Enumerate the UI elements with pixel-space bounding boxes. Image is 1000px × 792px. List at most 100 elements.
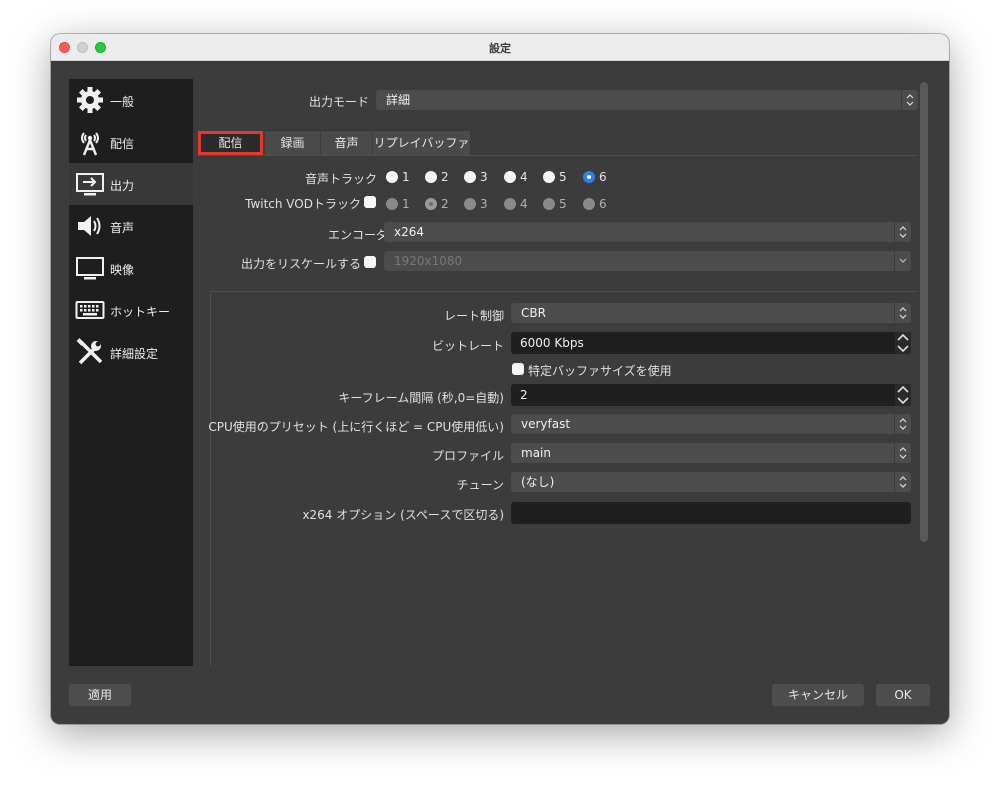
- audio-track-option-label: 1: [402, 170, 410, 184]
- x264-options-input[interactable]: [511, 502, 911, 524]
- cpu-preset-label: CPU使用のプリセット (上に行くほど = CPU使用低い): [208, 420, 504, 434]
- chevron-down-icon: [899, 258, 907, 263]
- keyframe-interval-spinbox[interactable]: 2: [511, 384, 911, 406]
- rescale-checkbox[interactable]: [364, 256, 376, 268]
- updown-chevron-icon: [899, 307, 907, 319]
- profile-select[interactable]: main: [511, 443, 911, 463]
- rescale-resolution-select[interactable]: 1920x1080: [384, 251, 911, 271]
- twitch-vod-checkbox[interactable]: [364, 196, 376, 208]
- sidebar-item-label: 配信: [110, 137, 135, 151]
- twitch-vod-option-label: 1: [402, 197, 410, 211]
- tab-divider: [198, 155, 916, 156]
- profile-value: main: [521, 446, 551, 460]
- tune-label: チューン: [456, 478, 504, 492]
- rate-control-select[interactable]: CBR: [511, 303, 911, 323]
- cpu-preset-value: veryfast: [521, 417, 571, 431]
- twitch-vod-radio-4[interactable]: [504, 198, 516, 210]
- rescale-resolution-value: 1920x1080: [394, 254, 463, 268]
- sidebar-item-stream[interactable]: 配信: [69, 121, 193, 163]
- updown-chevron-icon: [899, 447, 907, 459]
- sidebar-item-audio[interactable]: 音声: [69, 205, 193, 247]
- bitrate-value: 6000 Kbps: [520, 336, 584, 350]
- tune-select[interactable]: (なし): [511, 472, 911, 492]
- tab-audio[interactable]: 音声: [321, 131, 372, 155]
- output-mode-label: 出力モード: [308, 95, 369, 109]
- keyboard-icon: [75, 301, 105, 319]
- audio-track-radio-1[interactable]: [386, 171, 398, 183]
- audio-track-option-label: 2: [441, 170, 449, 184]
- twitch-vod-option-label: 3: [480, 197, 488, 211]
- rescale-label: 出力をリスケールする: [240, 257, 361, 271]
- tab-recording[interactable]: 録画: [265, 131, 320, 155]
- sidebar-item-hotkeys[interactable]: ホットキー: [69, 289, 193, 331]
- encoder-panel-top-border: [210, 291, 916, 292]
- output-mode-select[interactable]: 詳細: [376, 90, 918, 110]
- audio-track-radio-2[interactable]: [425, 171, 437, 183]
- title-bar: 設定: [51, 34, 949, 61]
- updown-chevron-icon: [899, 226, 907, 238]
- audio-track-option-label: 4: [520, 170, 528, 184]
- twitch-vod-option-label: 6: [599, 197, 607, 211]
- speaker-icon: [78, 216, 101, 236]
- tune-value: (なし): [521, 475, 555, 489]
- profile-label: プロファイル: [431, 449, 504, 463]
- bitrate-label: ビットレート: [431, 339, 504, 353]
- gear-icon: [77, 87, 103, 113]
- audio-track-radio-4[interactable]: [504, 171, 516, 183]
- audio-track-option-label: 6: [599, 170, 607, 184]
- encoder-select[interactable]: x264: [384, 222, 911, 242]
- audio-track-option-label: 3: [480, 170, 488, 184]
- sidebar-item-label: 音声: [110, 221, 135, 235]
- twitch-vod-option-label: 4: [520, 197, 528, 211]
- stepper-arrows-icon: [897, 385, 909, 405]
- encoder-value: x264: [394, 225, 425, 239]
- twitch-vod-label: Twitch VODトラック: [245, 197, 361, 211]
- output-monitor-icon: [76, 173, 104, 196]
- rate-control-label: レート制御: [443, 309, 504, 323]
- stepper-arrows-icon: [897, 333, 909, 353]
- twitch-vod-radio-2[interactable]: [425, 198, 437, 210]
- twitch-vod-option-label: 5: [559, 197, 567, 211]
- encoder-label: エンコーダ: [327, 228, 388, 242]
- x264-options-label: x264 オプション (スペースで区切る): [302, 508, 504, 522]
- audio-track-option-label: 5: [559, 170, 567, 184]
- updown-chevron-icon: [899, 418, 907, 430]
- ok-button[interactable]: OK: [876, 684, 930, 706]
- custom-buffer-checkbox[interactable]: [512, 363, 524, 375]
- encoder-panel-left-border: [210, 291, 211, 666]
- cancel-button[interactable]: キャンセル: [772, 684, 864, 706]
- updown-chevron-icon: [899, 476, 907, 488]
- monitor-icon: [76, 257, 104, 280]
- tab-replay-buffer[interactable]: リプレイバッファ: [373, 131, 470, 155]
- apply-button[interactable]: 適用: [69, 684, 131, 706]
- sidebar-item-label: 出力: [110, 179, 135, 193]
- audio-track-radio-3[interactable]: [464, 171, 476, 183]
- keyframe-interval-value: 2: [520, 388, 528, 402]
- updown-chevron-icon: [906, 94, 914, 106]
- window-title: 設定: [489, 42, 511, 55]
- audio-track-radio-6[interactable]: [583, 171, 595, 183]
- broadcast-antenna-icon: [81, 132, 99, 156]
- twitch-vod-radio-6[interactable]: [583, 198, 595, 210]
- cpu-preset-select[interactable]: veryfast: [511, 414, 911, 434]
- sidebar-item-output[interactable]: 出力: [69, 163, 193, 205]
- twitch-vod-radio-5[interactable]: [543, 198, 555, 210]
- sidebar-item-label: 詳細設定: [110, 347, 159, 361]
- bitrate-stepper[interactable]: [895, 332, 911, 354]
- twitch-vod-radio-1[interactable]: [386, 198, 398, 210]
- settings-scrollbar[interactable]: [920, 82, 928, 542]
- sidebar-item-label: ホットキー: [110, 305, 171, 319]
- sidebar: 一般 配信 出力 音声 映像 ホットキー 詳細設定: [69, 79, 193, 666]
- audio-track-label: 音声トラック: [304, 172, 377, 186]
- audio-track-radio-5[interactable]: [543, 171, 555, 183]
- keyframe-interval-label: キーフレーム間隔 (秒,0=自動): [338, 391, 504, 405]
- sidebar-item-video[interactable]: 映像: [69, 247, 193, 289]
- keyframe-stepper[interactable]: [895, 384, 911, 406]
- tab-stream[interactable]: 配信: [198, 131, 263, 155]
- sidebar-item-label: 一般: [110, 95, 135, 109]
- sidebar-item-general[interactable]: 一般: [69, 79, 193, 121]
- twitch-vod-option-label: 2: [441, 197, 449, 211]
- bitrate-spinbox[interactable]: 6000 Kbps: [511, 332, 911, 354]
- twitch-vod-radio-3[interactable]: [464, 198, 476, 210]
- sidebar-item-advanced[interactable]: 詳細設定: [69, 331, 193, 373]
